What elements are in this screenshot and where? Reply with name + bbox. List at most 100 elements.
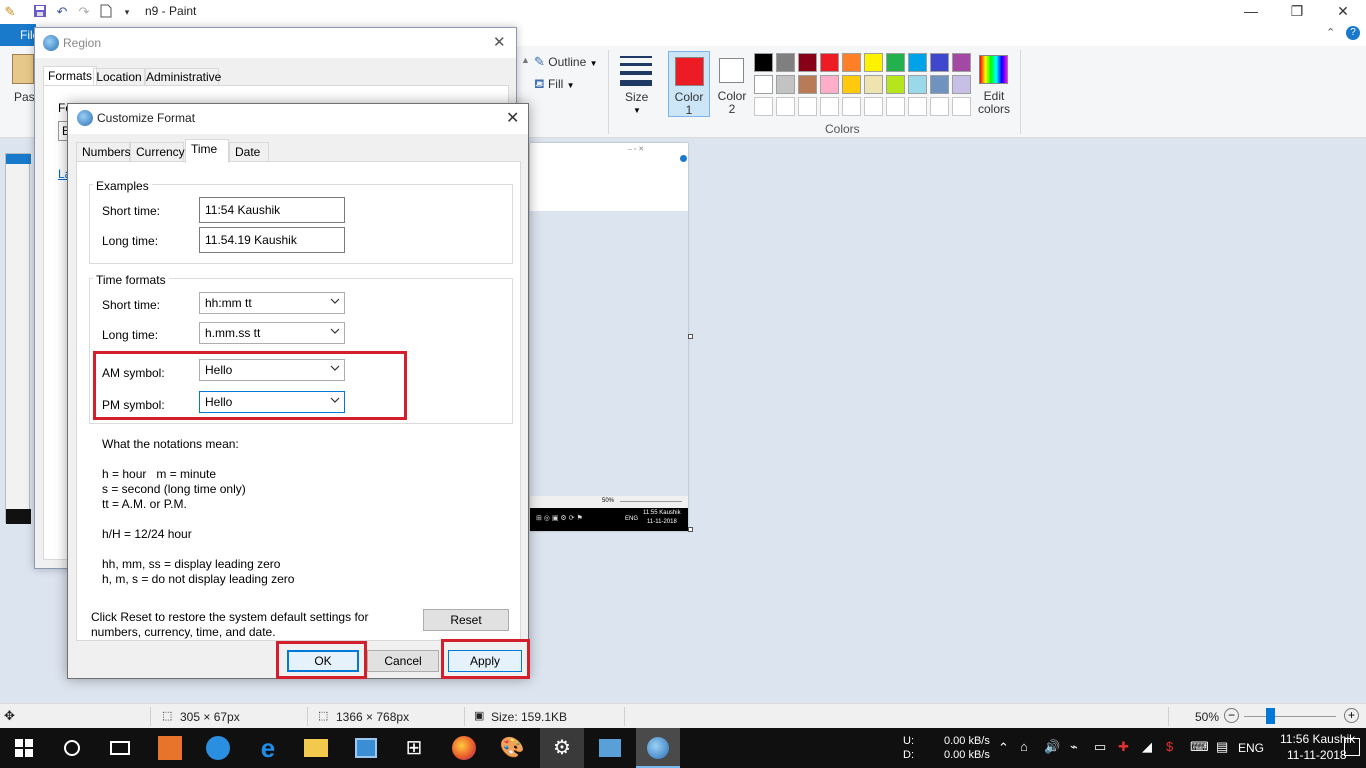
palette-custom-slot[interactable] bbox=[864, 97, 883, 116]
minimize-icon[interactable]: — bbox=[1228, 0, 1274, 24]
resize-handle-corner[interactable] bbox=[688, 527, 693, 532]
palette-custom-slot[interactable] bbox=[908, 97, 927, 116]
scroll-up-icon[interactable]: ▲ bbox=[521, 55, 530, 65]
customize-format-titlebar: Customize Format ✕ bbox=[68, 104, 528, 134]
palette-swatch[interactable] bbox=[820, 53, 839, 72]
display-icon[interactable]: ▤ bbox=[1216, 739, 1228, 755]
short-time-format-combo[interactable]: hh:mm tt bbox=[199, 292, 345, 314]
cortana-button[interactable] bbox=[50, 728, 94, 768]
antivirus-icon[interactable]: ✚ bbox=[1118, 739, 1129, 755]
clock-date[interactable]: 11-11-2018 bbox=[1287, 748, 1347, 762]
zoom-slider-thumb[interactable] bbox=[1266, 708, 1275, 724]
zoom-slider-track[interactable] bbox=[1244, 716, 1336, 717]
task-view-button[interactable] bbox=[98, 728, 142, 768]
palette-custom-slot[interactable] bbox=[930, 97, 949, 116]
edge-browser-button[interactable]: e bbox=[246, 728, 290, 768]
taskbar-app-4[interactable] bbox=[588, 728, 632, 768]
tab-location[interactable]: Location bbox=[93, 68, 145, 86]
app-tray-icon[interactable]: $ bbox=[1166, 739, 1173, 754]
palette-custom-slot[interactable] bbox=[776, 97, 795, 116]
firefox-button[interactable] bbox=[442, 728, 486, 768]
redo-icon[interactable]: ↷ bbox=[76, 4, 92, 20]
palette-swatch[interactable] bbox=[908, 75, 927, 94]
palette-custom-slot[interactable] bbox=[820, 97, 839, 116]
show-hidden-icons[interactable]: ⌃ bbox=[998, 740, 1009, 756]
palette-custom-slot[interactable] bbox=[798, 97, 817, 116]
palette-swatch[interactable] bbox=[908, 53, 927, 72]
tab-time[interactable]: Time bbox=[185, 139, 229, 163]
battery-icon[interactable]: ▭ bbox=[1094, 739, 1106, 755]
tab-date[interactable]: Date bbox=[229, 142, 269, 162]
taskbar-app-1[interactable] bbox=[148, 728, 192, 768]
action-center-icon[interactable] bbox=[1344, 738, 1360, 756]
new-file-icon[interactable] bbox=[98, 4, 114, 20]
firefox-icon bbox=[452, 736, 476, 760]
palette-swatch[interactable] bbox=[754, 75, 773, 94]
fill-dropdown[interactable]: ⛾ Fill ▼ bbox=[534, 76, 575, 94]
reset-button[interactable]: Reset bbox=[423, 609, 509, 631]
palette-swatch[interactable] bbox=[842, 53, 861, 72]
long-time-format-combo[interactable]: h.mm.ss tt bbox=[199, 322, 345, 344]
palette-custom-slot[interactable] bbox=[886, 97, 905, 116]
zoom-out-icon[interactable]: − bbox=[1224, 708, 1239, 723]
wifi-icon[interactable]: ◢ bbox=[1142, 739, 1152, 755]
restore-icon[interactable]: ❐ bbox=[1274, 0, 1320, 24]
store-button[interactable]: ⊞ bbox=[392, 728, 436, 768]
paint-taskbar-button[interactable]: 🎨 bbox=[490, 728, 534, 768]
resize-handle-right[interactable] bbox=[688, 334, 693, 339]
usb-icon[interactable]: ⌁ bbox=[1070, 739, 1078, 755]
tab-numbers[interactable]: Numbers bbox=[76, 142, 131, 162]
palette-swatch[interactable] bbox=[842, 75, 861, 94]
control-panel-icon bbox=[599, 739, 621, 757]
volume-icon[interactable]: 🔊 bbox=[1044, 739, 1060, 755]
palette-swatch[interactable] bbox=[820, 75, 839, 94]
taskbar-app-2[interactable] bbox=[196, 728, 240, 768]
file-tab[interactable]: File bbox=[0, 24, 36, 46]
tab-administrative[interactable]: Administrative bbox=[145, 68, 221, 86]
clipboard-icon[interactable] bbox=[12, 54, 34, 84]
palette-custom-slot[interactable] bbox=[952, 97, 971, 116]
outline-dropdown[interactable]: ✎ Outline ▼ bbox=[534, 54, 598, 72]
cancel-button[interactable]: Cancel bbox=[367, 650, 439, 672]
palette-swatch[interactable] bbox=[886, 75, 905, 94]
tab-currency[interactable]: Currency bbox=[130, 142, 185, 162]
palette-swatch[interactable] bbox=[864, 53, 883, 72]
palette-swatch[interactable] bbox=[930, 75, 949, 94]
settings-button[interactable]: ⚙ bbox=[540, 728, 584, 768]
palette-swatch[interactable] bbox=[798, 53, 817, 72]
edit-colors-button[interactable]: Edit colors bbox=[976, 51, 1012, 117]
customize-quick-access-icon[interactable]: ▾ bbox=[119, 4, 135, 20]
color1-button[interactable]: Color 1 bbox=[668, 51, 710, 117]
taskbar-app-3[interactable] bbox=[344, 728, 388, 768]
undo-icon[interactable]: ↶ bbox=[54, 4, 70, 20]
palette-swatch[interactable] bbox=[864, 75, 883, 94]
palette-custom-slot[interactable] bbox=[754, 97, 773, 116]
palette-swatch[interactable] bbox=[776, 53, 795, 72]
zoom-in-icon[interactable]: + bbox=[1344, 708, 1359, 723]
file-explorer-button[interactable] bbox=[294, 728, 338, 768]
palette-swatch[interactable] bbox=[798, 75, 817, 94]
collapse-ribbon-icon[interactable]: ⌃ bbox=[1326, 26, 1335, 39]
notation-line: h = hour m = minute bbox=[102, 467, 217, 481]
start-button[interactable] bbox=[2, 728, 46, 768]
palette-swatch[interactable] bbox=[952, 53, 971, 72]
palette-swatch[interactable] bbox=[930, 53, 949, 72]
color2-button[interactable]: Color 2 bbox=[712, 51, 752, 117]
keyboard-icon[interactable]: ⌨ bbox=[1190, 739, 1209, 755]
region-taskbar-button[interactable] bbox=[636, 728, 680, 768]
tab-formats[interactable]: Formats bbox=[43, 66, 97, 86]
close-icon[interactable]: ✕ bbox=[1320, 0, 1366, 24]
palette-swatch[interactable] bbox=[952, 75, 971, 94]
paint-canvas[interactable]: – ▫ ✕ 50% ⊞ ◎ ▣ ⚙ ⟳ ⚑ ENG 11:55 Kaushik … bbox=[530, 143, 688, 531]
close-icon[interactable]: ✕ bbox=[493, 33, 506, 51]
language-indicator[interactable]: ENG bbox=[1238, 741, 1264, 755]
size-button[interactable]: Size ▼ bbox=[617, 52, 655, 116]
palette-swatch[interactable] bbox=[754, 53, 773, 72]
help-icon[interactable]: ? bbox=[1346, 26, 1360, 40]
palette-custom-slot[interactable] bbox=[842, 97, 861, 116]
palette-swatch[interactable] bbox=[776, 75, 795, 94]
palette-swatch[interactable] bbox=[886, 53, 905, 72]
save-icon[interactable] bbox=[32, 4, 48, 20]
network-icon[interactable]: ⌂ bbox=[1020, 739, 1028, 754]
close-icon[interactable]: ✕ bbox=[506, 108, 519, 128]
